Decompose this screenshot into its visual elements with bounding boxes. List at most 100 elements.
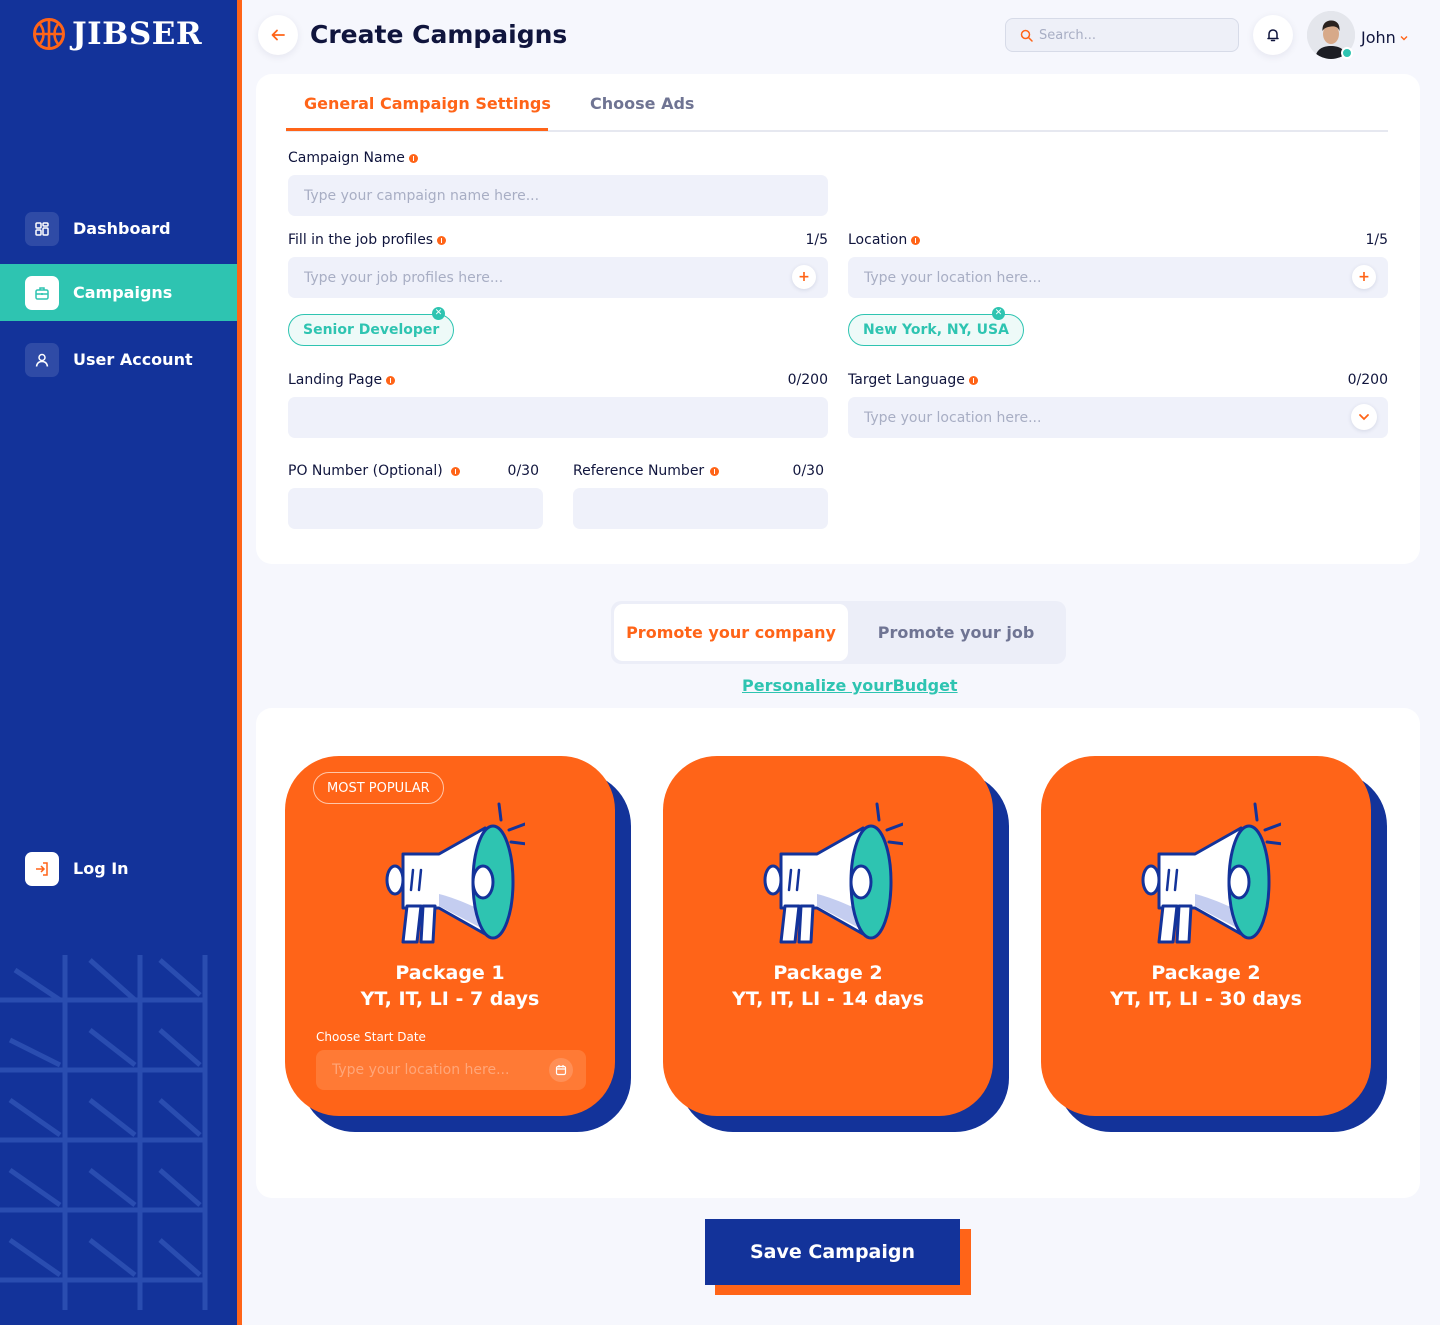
package-details: YT, IT, LI - 30 days <box>1110 988 1302 1010</box>
logo[interactable]: JIBSER <box>32 16 202 52</box>
job-profile-tag: Senior Developer <box>288 314 455 346</box>
sidebar-item-login[interactable]: Log In <box>0 840 237 897</box>
target-language-counter: 0/200 <box>1347 372 1388 388</box>
po-number-label: PO Number (Optional) <box>288 463 460 479</box>
chevron-down-icon <box>1359 414 1369 421</box>
back-button[interactable] <box>258 15 298 55</box>
tag-label: New York, NY, USA <box>863 322 1009 338</box>
info-icon[interactable] <box>450 466 460 476</box>
po-number-counter: 0/30 <box>507 463 539 479</box>
search-icon <box>1020 29 1033 42</box>
package-title: Package 2 YT, IT, LI - 30 days <box>1041 960 1371 1012</box>
add-location-button[interactable]: + <box>1352 265 1376 289</box>
target-language-dropdown[interactable] <box>1351 404 1377 430</box>
campaign-name-label: Campaign Name <box>288 150 418 166</box>
user-name: John <box>1361 28 1396 47</box>
save-campaign-button[interactable]: Save Campaign <box>705 1219 960 1285</box>
job-profiles-counter: 1/5 <box>805 232 828 248</box>
label-text: Reference Number <box>573 463 705 479</box>
po-number-input[interactable] <box>288 488 543 529</box>
package-name: Package 2 <box>1151 962 1261 984</box>
tab-bar: General Campaign Settings Choose Ads <box>286 74 1388 132</box>
campaign-name-input[interactable] <box>288 175 828 216</box>
sidebar-item-user-account[interactable]: User Account <box>0 331 237 388</box>
calendar-icon[interactable] <box>549 1058 573 1082</box>
start-date-input[interactable] <box>316 1050 586 1090</box>
search-input[interactable] <box>1039 27 1219 43</box>
info-icon[interactable] <box>911 235 921 245</box>
bell-icon <box>1267 29 1279 42</box>
search-box[interactable] <box>1005 18 1239 52</box>
active-tab-indicator <box>286 128 548 131</box>
sidebar-item-label: Campaigns <box>73 283 173 302</box>
reference-number-input[interactable] <box>573 488 828 529</box>
label-text: Fill in the job profiles <box>288 232 434 248</box>
user-icon <box>25 342 59 377</box>
personalize-budget-link[interactable]: Personalize yourBudget <box>742 676 958 695</box>
add-job-profile-button[interactable]: + <box>792 265 816 289</box>
package-1-button[interactable]: MOST POPULAR Package 1 YT, IT, LI - 7 da… <box>285 756 615 1116</box>
packages-card: MOST POPULAR Package 1 YT, IT, LI - 7 da… <box>256 708 1420 1198</box>
package-name: Package 1 <box>395 962 505 984</box>
user-menu[interactable]: John <box>1361 28 1409 47</box>
package-title: Package 1 YT, IT, LI - 7 days <box>285 960 615 1012</box>
sidebar-item-label: Dashboard <box>73 219 171 238</box>
megaphone-icon <box>385 802 525 944</box>
basketball-logo-icon <box>33 18 65 50</box>
briefcase-icon <box>25 275 59 310</box>
promote-job-option[interactable]: Promote your job <box>849 604 1063 661</box>
decorative-pattern <box>0 955 208 1310</box>
label-text: PO Number (Optional) <box>288 463 443 479</box>
package-card-3: Package 2 YT, IT, LI - 30 days <box>1041 756 1387 1132</box>
chevron-down-icon <box>1400 35 1408 40</box>
tag-label: Senior Developer <box>303 322 440 338</box>
info-icon[interactable] <box>408 153 418 163</box>
sidebar-item-campaigns[interactable]: Campaigns <box>0 264 237 321</box>
label-text: Campaign Name <box>288 150 405 166</box>
landing-page-label: Landing Page <box>288 372 396 388</box>
location-counter: 1/5 <box>1365 232 1388 248</box>
info-icon[interactable] <box>710 466 720 476</box>
package-details: YT, IT, LI - 7 days <box>360 988 540 1010</box>
package-name: Package 2 <box>773 962 883 984</box>
start-date-label: Choose Start Date <box>316 1030 426 1044</box>
location-input[interactable] <box>848 257 1388 298</box>
target-language-select[interactable] <box>848 397 1388 438</box>
sidebar-item-label: User Account <box>73 350 193 369</box>
reference-number-label: Reference Number <box>573 463 720 479</box>
tab-general-campaign-settings[interactable]: General Campaign Settings <box>304 94 551 113</box>
login-icon <box>25 851 59 886</box>
tab-choose-ads[interactable]: Choose Ads <box>590 94 694 113</box>
target-language-label: Target Language <box>848 372 978 388</box>
info-icon[interactable] <box>386 375 396 385</box>
package-title: Package 2 YT, IT, LI - 14 days <box>663 960 993 1012</box>
logo-text: JIBSER <box>72 16 203 52</box>
location-label: Location <box>848 232 921 248</box>
remove-tag-icon[interactable]: ✕ <box>432 307 445 320</box>
online-status-dot <box>1341 47 1353 59</box>
info-icon[interactable] <box>968 375 978 385</box>
package-details: YT, IT, LI - 14 days <box>732 988 924 1010</box>
sidebar-accent-edge <box>237 0 242 1325</box>
notifications-button[interactable] <box>1253 15 1293 55</box>
landing-page-counter: 0/200 <box>787 372 828 388</box>
remove-tag-icon[interactable]: ✕ <box>992 307 1005 320</box>
job-profiles-input[interactable] <box>288 257 828 298</box>
package-3-button[interactable]: Package 2 YT, IT, LI - 30 days <box>1041 756 1371 1116</box>
label-text: Location <box>848 232 908 248</box>
package-2-button[interactable]: Package 2 YT, IT, LI - 14 days <box>663 756 993 1116</box>
sidebar-item-dashboard[interactable]: Dashboard <box>0 200 237 257</box>
job-profiles-label: Fill in the job profiles <box>288 232 447 248</box>
page-title: Create Campaigns <box>310 20 568 49</box>
label-text: Landing Page <box>288 372 383 388</box>
reference-number-counter: 0/30 <box>792 463 824 479</box>
package-card-2: Package 2 YT, IT, LI - 14 days <box>663 756 1009 1132</box>
landing-page-input[interactable] <box>288 397 828 438</box>
dashboard-icon <box>25 211 59 246</box>
label-text: Target Language <box>848 372 965 388</box>
promote-toggle: Promote your company Promote your job <box>611 601 1066 664</box>
arrow-left-icon <box>271 29 285 41</box>
info-icon[interactable] <box>437 235 447 245</box>
megaphone-icon <box>1141 802 1281 944</box>
promote-company-option[interactable]: Promote your company <box>614 604 848 661</box>
